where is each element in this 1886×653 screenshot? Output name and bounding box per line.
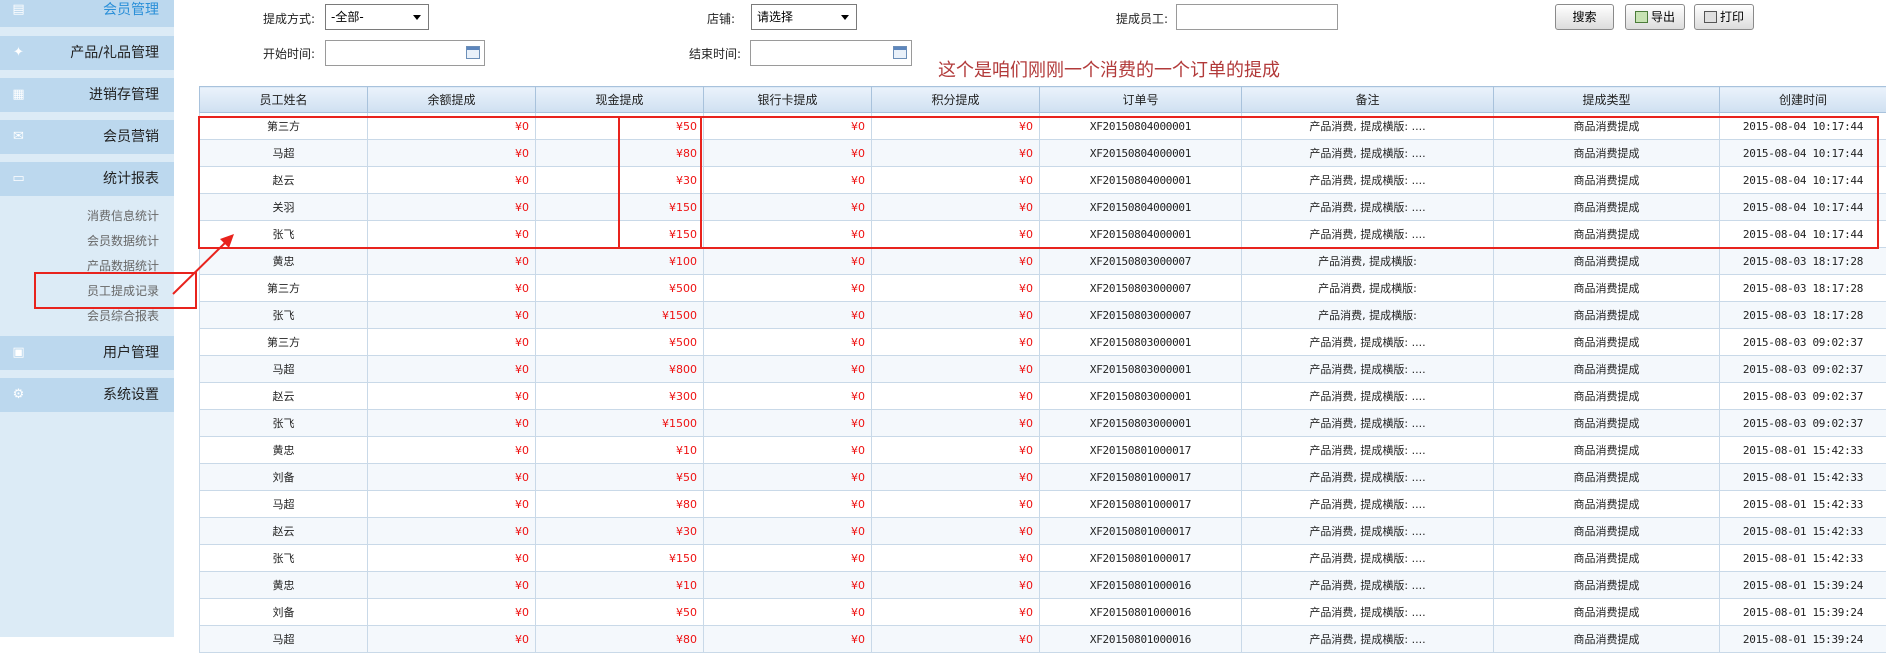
annotation-arrow bbox=[0, 0, 1886, 637]
arrow-line bbox=[173, 240, 228, 294]
